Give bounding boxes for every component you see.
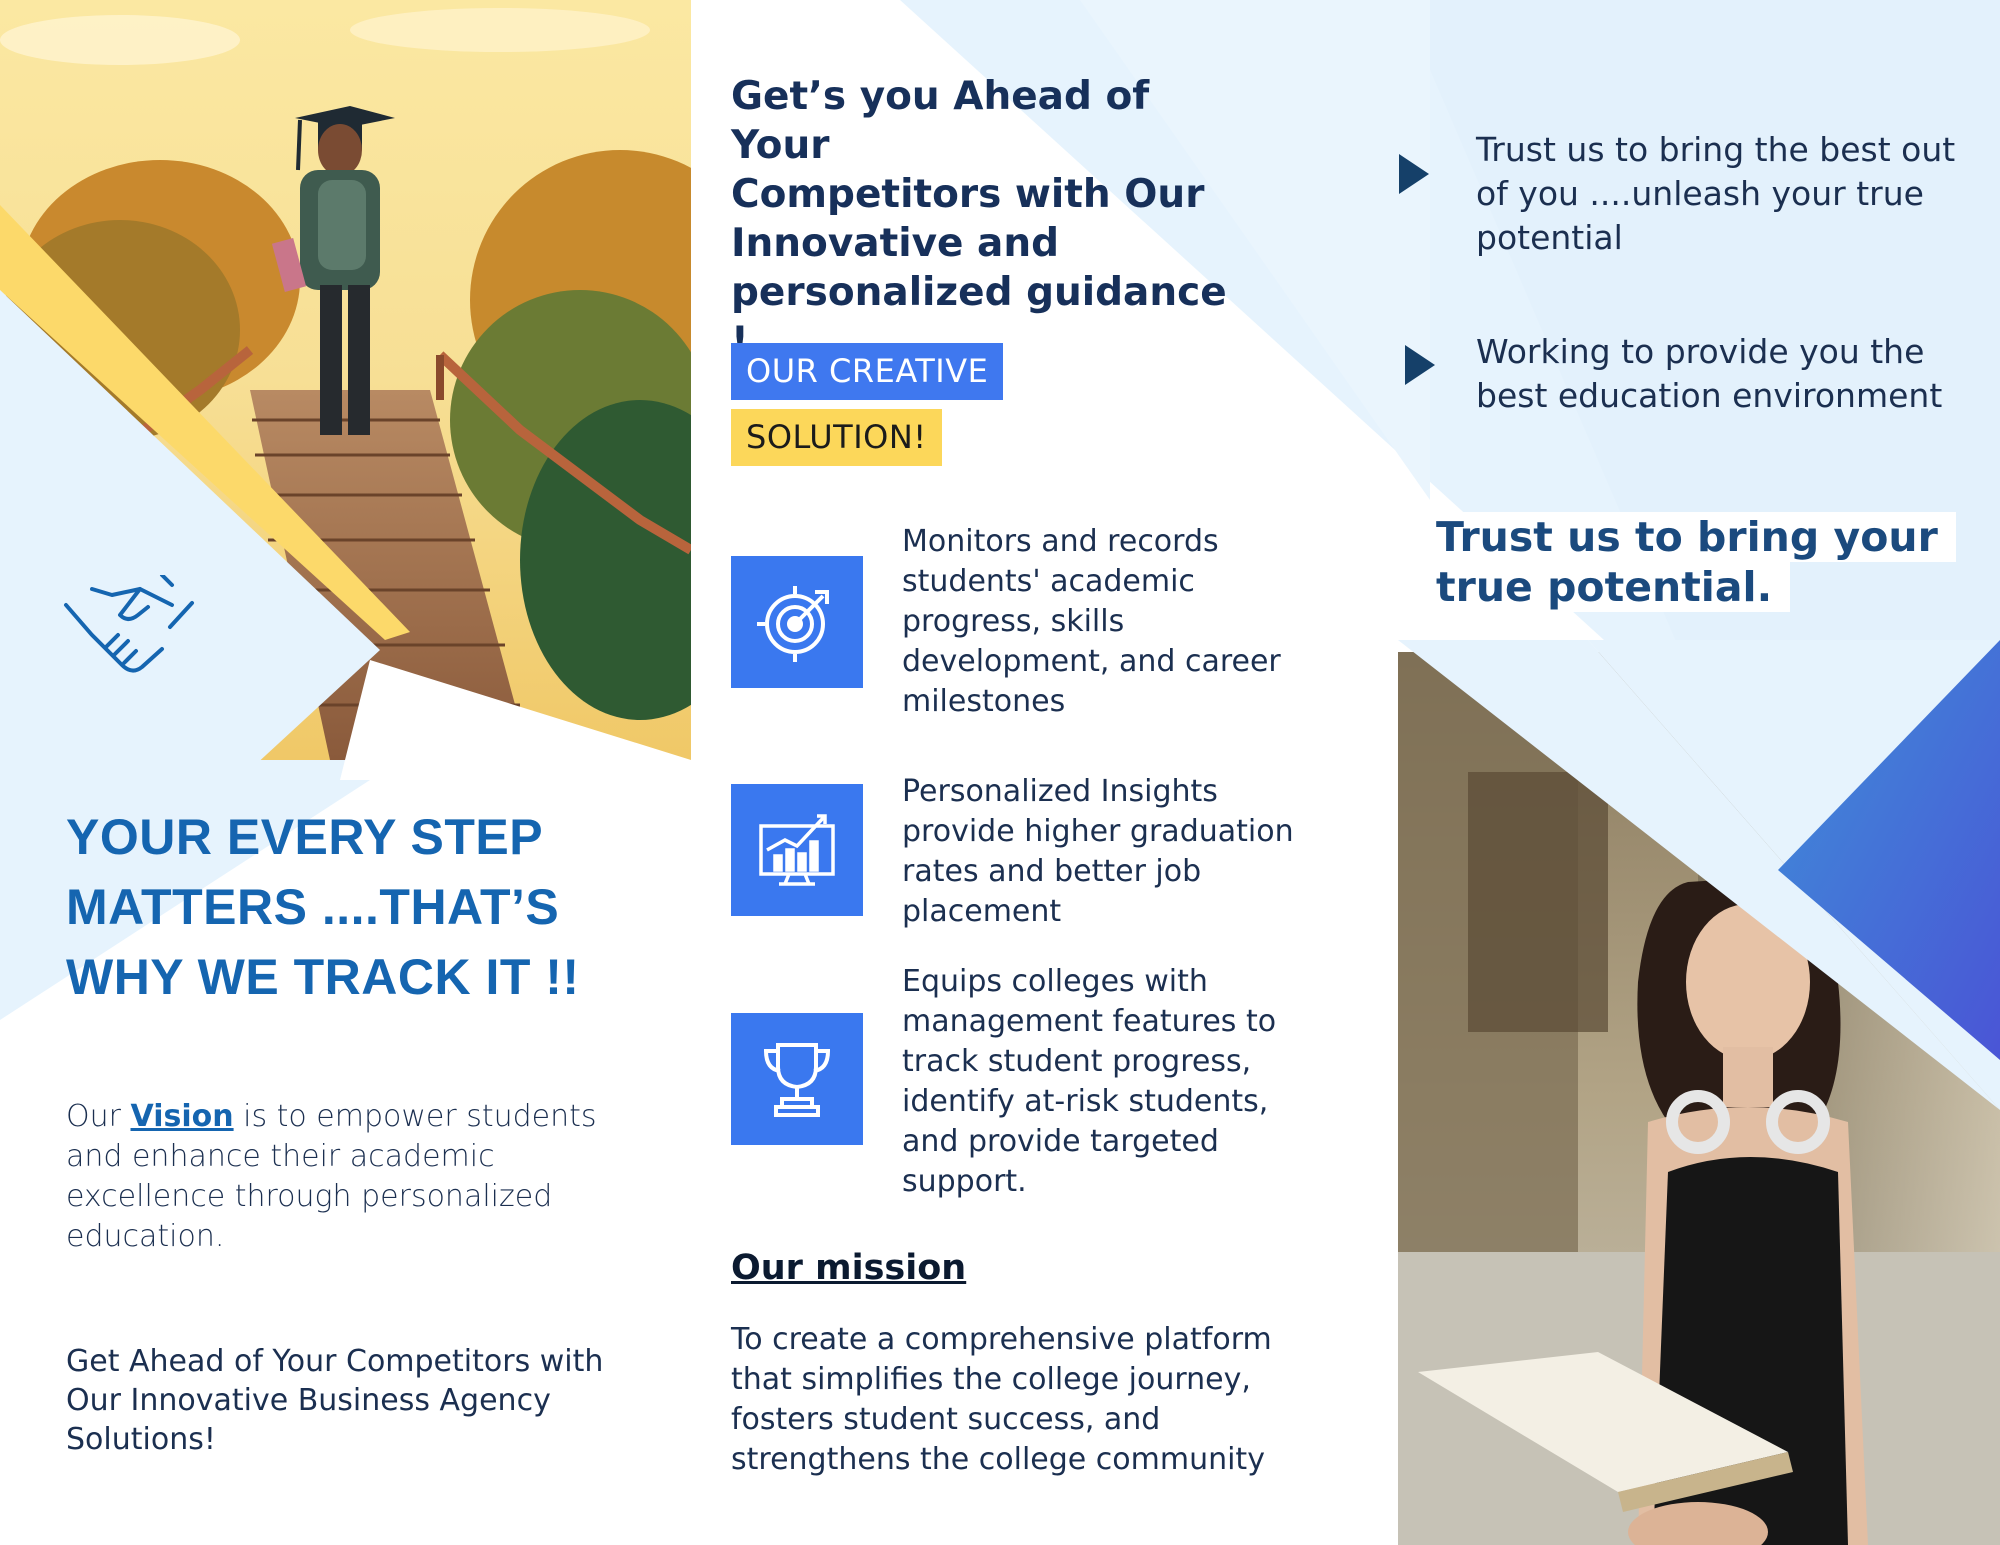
get-ahead-text: Get Ahead of Your Competitors with Our I… [66, 1344, 604, 1457]
play-bullet-icon [1405, 345, 1435, 385]
mission-text: To create a comprehensive platform that … [731, 1322, 1272, 1477]
middle-heading: Get’s you Ahead of Your Competitors with… [731, 72, 1251, 366]
trust-line-2: true potential. [1418, 562, 1791, 612]
trophy-icon [731, 1013, 863, 1145]
feature-text-2: Personalized Insights provide higher gra… [902, 774, 1294, 929]
bullet-text-1: Trust us to bring the best out of you ..… [1476, 130, 1956, 257]
growth-chart-icon [731, 784, 863, 916]
tagline-line-3: WHY WE TRACK IT !! [66, 949, 580, 1005]
creative-label: OUR CREATIVE [731, 343, 1004, 400]
photo-diagonal-cut [1398, 640, 2000, 1110]
trust-callout: Trust us to bring your true potential. [1418, 512, 1956, 612]
play-bullet-icon [1399, 154, 1429, 194]
feature-text-1: Monitors and records students' academic … [902, 524, 1281, 719]
handshake-icon [62, 573, 198, 685]
vision-prefix: Our [66, 1099, 131, 1134]
heading-line-1: Get’s you Ahead of Your [731, 74, 1150, 168]
vision-statement: Our Vision is to empower students and en… [66, 1097, 626, 1257]
trust-line-1: Trust us to bring your [1418, 512, 1956, 562]
tagline: YOUR EVERY STEP MATTERS ....THAT’S WHY W… [66, 802, 666, 1012]
bullet-text-2: Working to provide you the best educatio… [1476, 332, 1943, 415]
target-icon [731, 556, 863, 688]
mission-title: Our mission [731, 1248, 967, 1288]
tagline-line-2: MATTERS ....THAT’S [66, 879, 560, 935]
tagline-line-1: YOUR EVERY STEP [66, 809, 544, 865]
solution-label: SOLUTION! [731, 409, 942, 466]
vision-keyword: Vision [130, 1099, 234, 1134]
heading-line-3: Innovative and [731, 221, 1060, 266]
heading-line-2: Competitors with Our [731, 172, 1205, 217]
feature-text-3: Equips colleges with management features… [902, 964, 1277, 1199]
